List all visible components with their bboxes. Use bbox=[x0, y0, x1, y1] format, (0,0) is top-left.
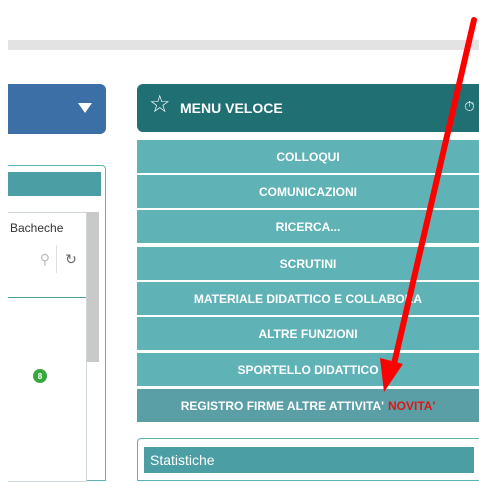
caret-down-icon bbox=[78, 103, 92, 113]
menu-item-ricerca[interactable]: RICERCA... bbox=[137, 210, 479, 243]
top-bar bbox=[8, 40, 479, 50]
left-panel: Bacheche ⚲ ↻ 8 bbox=[8, 165, 106, 482]
scrollbar[interactable] bbox=[87, 212, 99, 362]
statistiche-panel: Statistiche bbox=[137, 438, 479, 481]
menu-item-registro-firme[interactable]: REGISTRO FIRME ALTRE ATTIVITA' NOVITA' bbox=[137, 389, 479, 422]
menu-veloce-header[interactable]: ☆ MENU VELOCE ⏱ bbox=[137, 84, 479, 132]
statistiche-title: Statistiche bbox=[150, 452, 215, 468]
menu-item-materiale-didattico[interactable]: MATERIALE DIDATTICO E COLLABORA bbox=[137, 282, 479, 315]
count-badge: 8 bbox=[33, 369, 47, 383]
menu-item-label: SCRUTINI bbox=[279, 256, 337, 271]
menu-item-sportello-didattico[interactable]: SPORTELLO DIDATTICO bbox=[137, 353, 479, 386]
left-dropdown[interactable] bbox=[8, 84, 106, 134]
menu-item-label: COMUNICAZIONI bbox=[259, 184, 357, 199]
refresh-icon[interactable]: ↻ bbox=[56, 245, 85, 273]
clock-icon[interactable]: ⏱ bbox=[464, 98, 475, 115]
menu-item-altre-funzioni[interactable]: ALTRE FUNZIONI bbox=[137, 317, 479, 350]
menu-item-label: COLLOQUI bbox=[276, 149, 340, 164]
statistiche-header[interactable]: Statistiche bbox=[144, 447, 474, 473]
menu-item-label: REGISTRO FIRME ALTRE ATTIVITA' bbox=[180, 398, 384, 413]
novita-tag: NOVITA' bbox=[388, 398, 436, 413]
menu-item-label: MATERIALE DIDATTICO E COLLABORA bbox=[193, 291, 423, 306]
menu-item-scrutini[interactable]: SCRUTINI bbox=[137, 247, 479, 280]
left-panel-header bbox=[8, 172, 101, 196]
divider bbox=[8, 297, 86, 298]
star-icon: ☆ bbox=[149, 91, 171, 118]
search-icon[interactable]: ⚲ bbox=[8, 245, 50, 273]
menu-veloce-title: MENU VELOCE bbox=[180, 100, 283, 116]
bacheche-panel: Bacheche ⚲ ↻ 8 bbox=[8, 212, 87, 482]
bacheche-label: Bacheche bbox=[10, 221, 64, 235]
menu-item-label: RICERCA... bbox=[275, 219, 341, 234]
menu-item-label: ALTRE FUNZIONI bbox=[258, 326, 358, 341]
menu-item-comunicazioni[interactable]: COMUNICAZIONI bbox=[137, 175, 479, 208]
menu-item-label: SPORTELLO DIDATTICO bbox=[237, 362, 379, 377]
menu-item-colloqui[interactable]: COLLOQUI bbox=[137, 140, 479, 173]
